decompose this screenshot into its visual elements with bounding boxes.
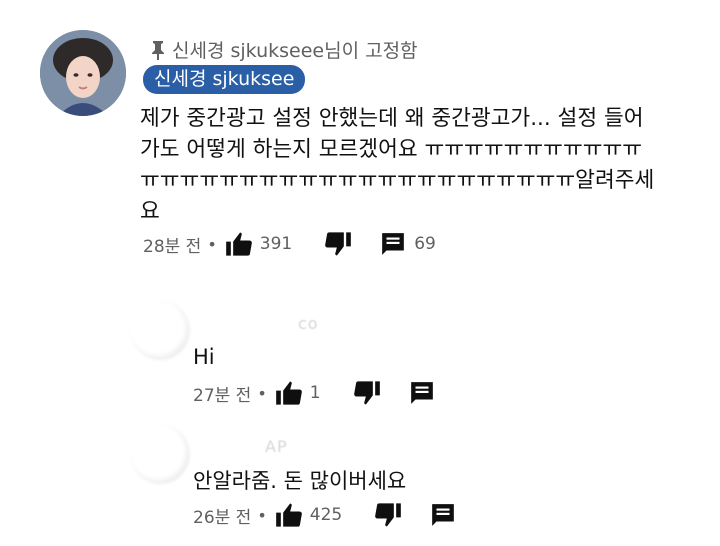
thumb-down-icon[interactable] — [374, 502, 402, 528]
like-count: 1 — [309, 383, 321, 403]
reply-text: Hi — [193, 345, 215, 369]
reply-time: 27분 전 — [193, 385, 252, 406]
pinned-indicator: 신세경 sjkukseee님이 고정함 — [150, 36, 418, 63]
thumb-up-icon[interactable] — [275, 380, 303, 406]
like-count: 425 — [309, 505, 343, 525]
author-name-badge[interactable]: 신세경 sjkuksee — [143, 65, 306, 94]
comment-text: 제가 중간광고 설정 안했는데 왜 중간광고가... 설정 들어가도 어떻게 하… — [140, 106, 655, 224]
comment-actions: 28분 전 • 391 69 — [143, 231, 462, 257]
thumb-up-icon[interactable] — [225, 231, 253, 257]
separator-dot: • — [207, 234, 217, 254]
like-count: 391 — [259, 234, 293, 254]
reply-avatar[interactable] — [130, 424, 190, 484]
reply-time: 26분 전 — [193, 507, 252, 528]
author-avatar[interactable] — [40, 30, 126, 116]
reply-author[interactable]: co — [298, 314, 319, 333]
comment-time: 28분 전 — [143, 236, 202, 257]
comment-icon[interactable] — [430, 502, 456, 528]
reply-count[interactable]: 69 — [414, 234, 436, 254]
pin-icon — [150, 40, 166, 60]
separator-dot: • — [257, 505, 267, 525]
comment-icon[interactable] — [409, 380, 435, 406]
reply-actions: 26분 전 • 425 — [193, 502, 456, 528]
thumb-down-icon[interactable] — [353, 380, 381, 406]
pinned-label: 신세경 sjkukseee님이 고정함 — [172, 40, 418, 62]
reply-author[interactable]: AP — [265, 437, 288, 456]
reply-actions: 27분 전 • 1 — [193, 380, 435, 406]
reply-text: 안알라줌. 돈 많이버세요 — [193, 469, 407, 493]
separator-dot: • — [257, 383, 267, 403]
thumb-up-icon[interactable] — [275, 502, 303, 528]
thumb-down-icon[interactable] — [324, 231, 352, 257]
reply-avatar[interactable] — [130, 300, 190, 360]
comment-icon[interactable] — [380, 231, 406, 257]
